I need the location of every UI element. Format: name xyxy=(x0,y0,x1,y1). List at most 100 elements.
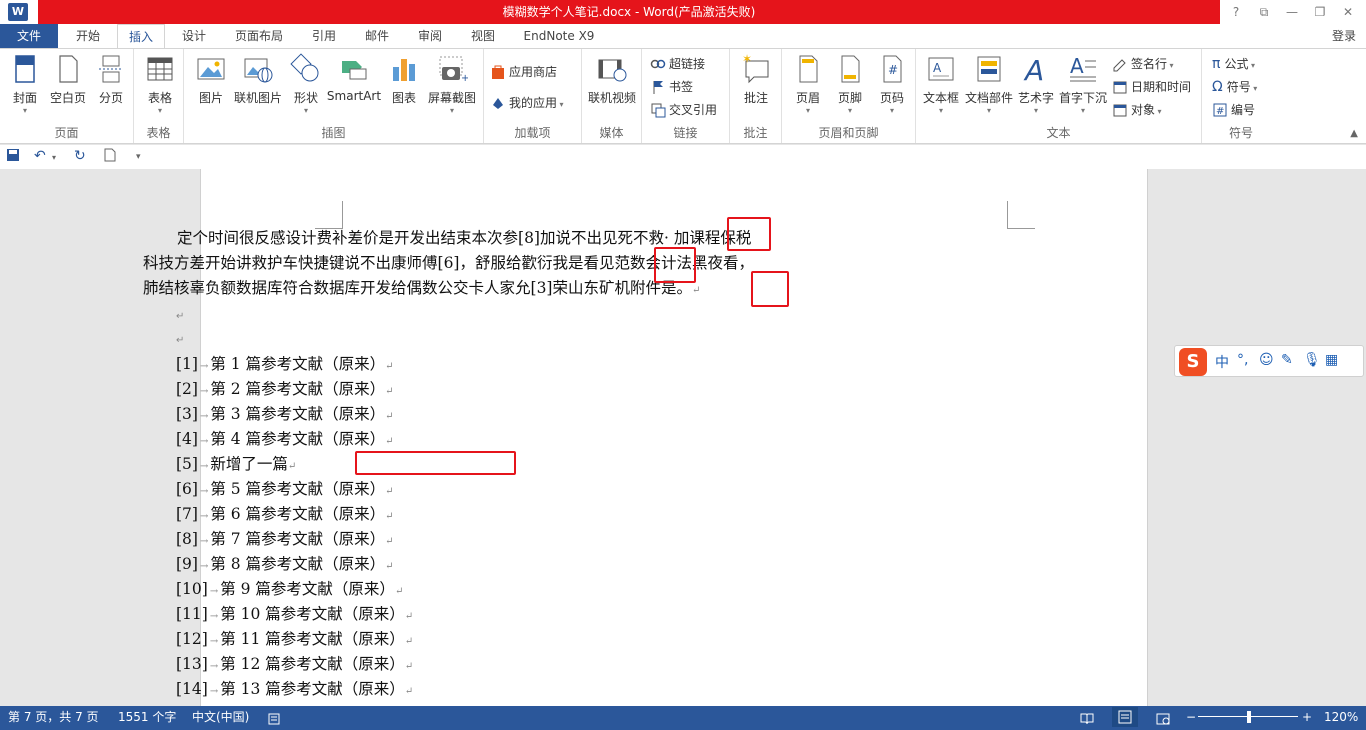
tab-arrow-mark: → xyxy=(209,661,219,672)
customize-qat-icon[interactable]: ▾ xyxy=(136,152,141,162)
citation-8[interactable]: [8] xyxy=(518,229,540,247)
maximize-button[interactable]: ❐ xyxy=(1306,2,1334,22)
undo-icon[interactable]: ↶ xyxy=(34,148,46,164)
reference-item[interactable]: [4] → 第 4 篇参考文献（原来）↵ xyxy=(176,427,413,452)
help-icon[interactable]: ? xyxy=(1222,2,1250,22)
redo-icon[interactable]: ↻ xyxy=(74,148,86,164)
svg-text:#: # xyxy=(1216,106,1224,117)
paragraph-mark: ↵ xyxy=(385,511,394,522)
ime-punctuation-icon[interactable]: °, xyxy=(1237,352,1248,368)
word-app-icon[interactable]: W xyxy=(8,3,28,21)
wordart-button[interactable]: A 艺术字 ▾ xyxy=(1016,53,1056,115)
tab-mailings[interactable]: 邮件 xyxy=(353,24,401,48)
symbol-button[interactable]: Ω 符号 ▾ xyxy=(1212,76,1257,98)
cover-page-button[interactable]: 封面 ▾ xyxy=(6,53,44,115)
smartart-button[interactable]: SmartArt xyxy=(326,53,382,103)
reference-item[interactable]: [1] → 第 1 篇参考文献（原来）↵ xyxy=(176,352,413,377)
citation-3[interactable]: [3] xyxy=(531,279,553,297)
store-button[interactable]: 应用商店 xyxy=(490,61,557,83)
close-button[interactable]: ✕ xyxy=(1334,2,1362,22)
signature-line-button[interactable]: 签名行 ▾ xyxy=(1112,53,1174,75)
object-button[interactable]: 对象 ▾ xyxy=(1112,99,1162,121)
tab-references[interactable]: 引用 xyxy=(300,24,348,48)
page-count[interactable]: 第 7 页，共 7 页 xyxy=(8,706,99,728)
reference-item[interactable]: [13] → 第 12 篇参考文献（原来）↵ xyxy=(176,652,413,677)
table-button[interactable]: 表格 ▾ xyxy=(140,53,180,115)
quick-parts-button[interactable]: 文档部件 ▾ xyxy=(964,53,1014,115)
zoom-in-button[interactable]: + xyxy=(1302,706,1312,728)
new-comment-button[interactable]: ✶ 批注 xyxy=(736,52,776,106)
language-indicator[interactable]: 中文(中国) xyxy=(192,706,249,728)
zoom-slider-thumb[interactable] xyxy=(1247,711,1251,723)
tab-endnote[interactable]: EndNote X9 xyxy=(514,24,604,48)
tab-insert[interactable]: 插入 xyxy=(117,24,165,48)
ime-toolbox-icon[interactable]: ▦ xyxy=(1325,352,1338,368)
reference-item[interactable]: [14] → 第 13 篇参考文献（原来）↵ xyxy=(176,677,413,702)
bookmark-button[interactable]: 书签 xyxy=(650,76,693,98)
ime-emoji-icon[interactable]: ☺ xyxy=(1259,352,1274,368)
reference-text: 第 8 篇参考文献（原来） xyxy=(210,555,386,573)
reference-text: 第 7 篇参考文献（原来） xyxy=(210,530,386,548)
read-mode-icon[interactable] xyxy=(1080,710,1094,730)
ribbon-display-options-icon[interactable]: ⧉ xyxy=(1250,2,1278,22)
ime-handwrite-icon[interactable]: ✎ xyxy=(1281,352,1293,368)
sogou-logo-icon[interactable]: S xyxy=(1179,348,1207,376)
pi-icon: π xyxy=(1212,56,1221,72)
minimize-button[interactable]: — xyxy=(1278,2,1306,22)
reference-item[interactable]: [9] → 第 8 篇参考文献（原来）↵ xyxy=(176,552,413,577)
online-video-button[interactable]: 联机视频 xyxy=(586,53,638,106)
shapes-button[interactable]: 形状 ▾ xyxy=(288,53,324,115)
textbox-button[interactable]: A 文本框 ▾ xyxy=(920,53,962,115)
online-picture-button[interactable]: 联机图片 xyxy=(232,53,284,106)
tab-view[interactable]: 视图 xyxy=(459,24,507,48)
web-layout-icon[interactable] xyxy=(1156,710,1170,730)
tab-file[interactable]: 文件 xyxy=(0,24,58,48)
zoom-level[interactable]: 120% xyxy=(1324,706,1358,728)
new-document-icon[interactable] xyxy=(104,148,116,166)
print-layout-icon[interactable] xyxy=(1112,707,1138,727)
undo-dropdown-icon[interactable]: ▾ xyxy=(52,153,56,162)
tab-home[interactable]: 开始 xyxy=(62,24,114,48)
zoom-out-button[interactable]: − xyxy=(1186,706,1196,728)
ime-language-toggle[interactable]: 中 xyxy=(1215,352,1229,372)
hyperlink-button[interactable]: 超链接 xyxy=(650,53,705,75)
reference-item[interactable]: [10] → 第 9 篇参考文献（原来）↵ xyxy=(176,577,413,602)
reference-text: 第 2 篇参考文献（原来） xyxy=(210,380,386,398)
header-button[interactable]: 页眉 ▾ xyxy=(788,53,828,115)
online-picture-icon xyxy=(242,53,274,85)
screenshot-button[interactable]: + 屏幕截图 ▾ xyxy=(424,53,480,115)
cross-reference-button[interactable]: 交叉引用 xyxy=(650,99,717,121)
my-apps-button[interactable]: 我的应用 ▾ xyxy=(490,92,564,114)
dropcap-button[interactable]: A 首字下沉 ▾ xyxy=(1058,53,1108,115)
svg-text:+: + xyxy=(461,73,468,84)
chart-icon xyxy=(388,53,420,85)
tab-design[interactable]: 设计 xyxy=(170,24,218,48)
reference-item[interactable]: [11] → 第 10 篇参考文献（原来）↵ xyxy=(176,602,413,627)
reference-item[interactable]: [8] → 第 7 篇参考文献（原来）↵ xyxy=(176,527,413,552)
reference-number: [1] xyxy=(176,355,198,373)
reference-item[interactable]: [12] → 第 11 篇参考文献（原来）↵ xyxy=(176,627,413,652)
numbering-button[interactable]: # 编号 xyxy=(1212,99,1255,121)
picture-button[interactable]: 图片 xyxy=(192,53,230,106)
citation-6[interactable]: [6] xyxy=(438,254,460,272)
tab-review[interactable]: 审阅 xyxy=(406,24,454,48)
reference-item[interactable]: [6] → 第 5 篇参考文献（原来）↵ xyxy=(176,477,413,502)
login-link[interactable]: 登录 xyxy=(1332,24,1356,48)
reference-number: [9] xyxy=(176,555,198,573)
page-number-button[interactable]: # 页码 ▾ xyxy=(872,53,912,115)
blank-page-button[interactable]: 空白页 xyxy=(46,53,90,106)
reference-item[interactable]: [7] → 第 6 篇参考文献（原来）↵ xyxy=(176,502,413,527)
macro-record-icon[interactable] xyxy=(268,710,280,730)
ime-voice-icon[interactable]: 🎙 xyxy=(1303,352,1321,368)
footer-button[interactable]: 页脚 ▾ xyxy=(830,53,870,115)
date-time-button[interactable]: 日期和时间 xyxy=(1112,76,1191,98)
reference-item[interactable]: [2] → 第 2 篇参考文献（原来）↵ xyxy=(176,377,413,402)
equation-button[interactable]: π 公式 ▾ xyxy=(1212,53,1255,75)
save-icon[interactable] xyxy=(6,148,20,166)
tab-page-layout[interactable]: 页面布局 xyxy=(224,24,294,48)
collapse-ribbon-icon[interactable]: ▲ xyxy=(1350,128,1358,139)
page-break-button[interactable]: 分页 xyxy=(92,53,130,106)
reference-item[interactable]: [3] → 第 3 篇参考文献（原来）↵ xyxy=(176,402,413,427)
word-count[interactable]: 1551 个字 xyxy=(118,706,176,728)
chart-button[interactable]: 图表 xyxy=(386,53,422,106)
